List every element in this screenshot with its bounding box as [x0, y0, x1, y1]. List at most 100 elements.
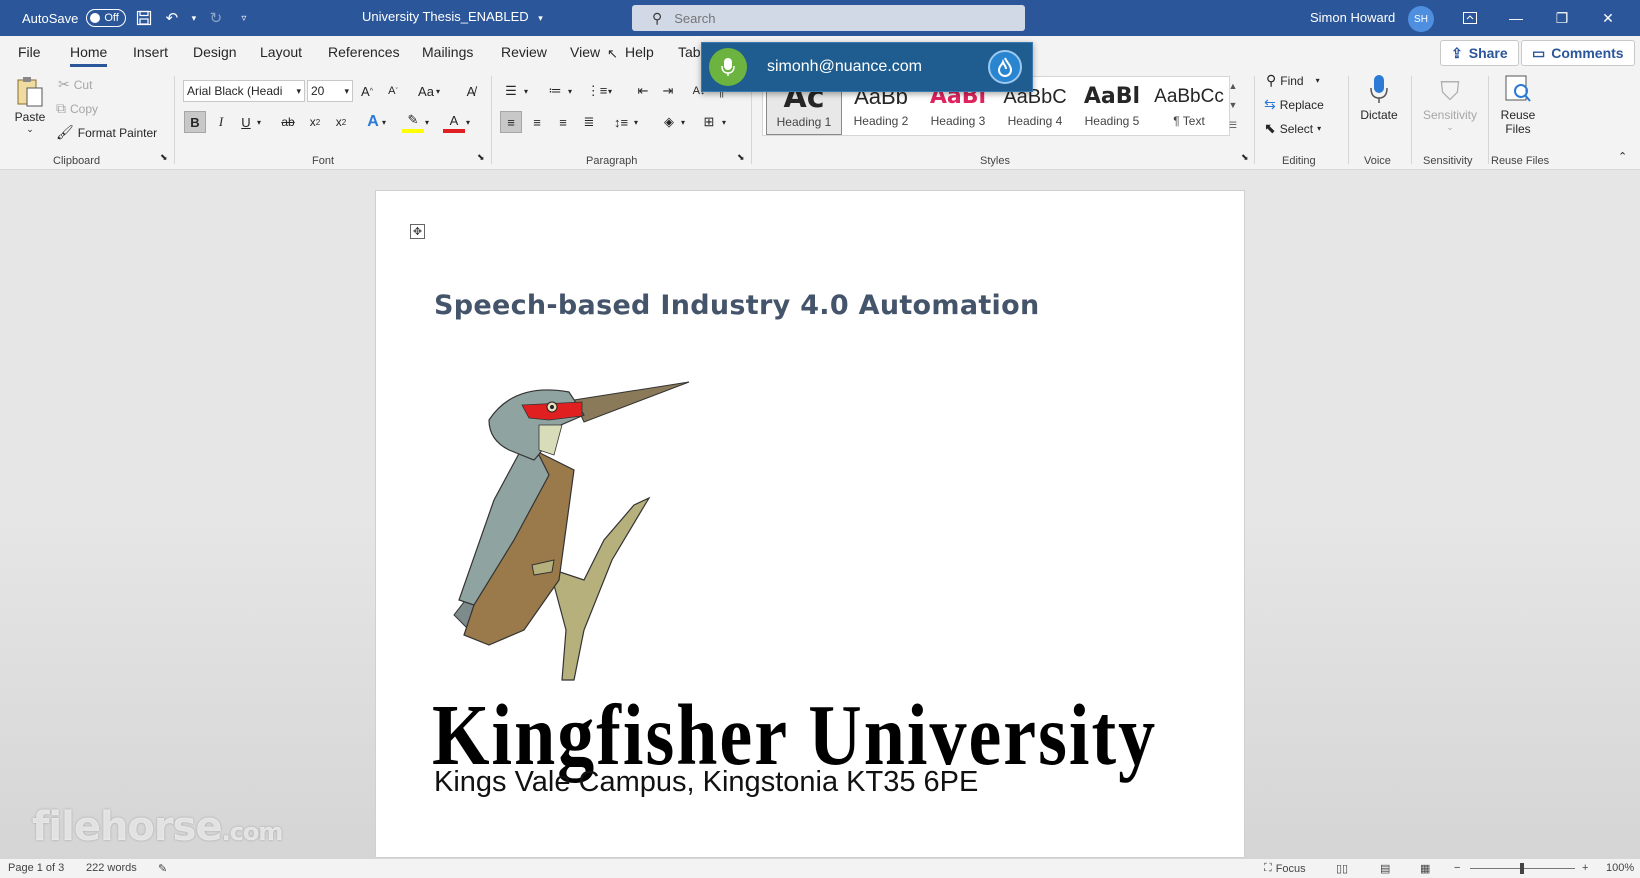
numbering-icon[interactable]: ≔: [544, 80, 566, 102]
align-center-icon[interactable]: ≡: [526, 111, 548, 133]
table-move-handle-icon[interactable]: ✥: [410, 224, 425, 239]
chevron-down-icon[interactable]: ▾: [718, 111, 730, 133]
decrease-indent-icon[interactable]: ⇤: [632, 80, 654, 102]
tab-review[interactable]: Review: [501, 44, 547, 60]
bold-icon[interactable]: B: [184, 111, 206, 133]
tab-layout[interactable]: Layout: [260, 44, 302, 60]
font-size-value: 20: [311, 84, 325, 98]
share-button[interactable]: ⇪ Share: [1440, 40, 1519, 66]
tab-home[interactable]: Home: [70, 44, 108, 67]
document-title[interactable]: University Thesis_ENABLED ▾: [362, 9, 543, 24]
chevron-down-icon[interactable]: ▾: [421, 111, 433, 133]
read-mode-icon[interactable]: ▯▯: [1336, 862, 1348, 875]
dialog-launcher-icon[interactable]: ⬊: [1241, 152, 1249, 163]
expand-gallery-icon[interactable]: ☰: [1229, 120, 1237, 131]
microphone-icon[interactable]: [709, 48, 747, 86]
tab-view[interactable]: View: [570, 44, 600, 60]
chevron-down-icon[interactable]: ▾: [564, 80, 576, 102]
borders-icon[interactable]: ⊞: [698, 111, 720, 133]
paste-button[interactable]: Paste ⌄: [12, 76, 48, 135]
undo-icon[interactable]: ↶: [162, 8, 182, 28]
subscript-icon[interactable]: x2: [304, 111, 326, 133]
increase-indent-icon[interactable]: ⇥: [657, 80, 679, 102]
font-family-select[interactable]: Arial Black (Headi ▾: [183, 80, 305, 102]
zoom-level[interactable]: 100%: [1606, 862, 1634, 874]
tab-mailings[interactable]: Mailings: [422, 44, 473, 60]
focus-button[interactable]: ⛶ Focus: [1264, 862, 1306, 875]
zoom-in-icon[interactable]: +: [1582, 862, 1588, 874]
collapse-ribbon-icon[interactable]: ⌃: [1618, 150, 1627, 163]
align-right-icon[interactable]: ≡: [552, 111, 574, 133]
dialog-launcher-icon[interactable]: ⬊: [737, 152, 745, 163]
redo-icon[interactable]: ↻: [206, 8, 226, 28]
chevron-down-icon[interactable]: ▾: [604, 80, 616, 102]
chevron-down-icon[interactable]: ▾: [253, 111, 265, 133]
select-button[interactable]: ⬉ Select ▾: [1264, 120, 1321, 137]
tab-insert[interactable]: Insert: [133, 44, 168, 60]
search-box[interactable]: ⚲: [632, 5, 1025, 31]
comments-button[interactable]: ▭ Comments: [1521, 40, 1635, 66]
watermark-main: filehorse: [32, 804, 223, 850]
campus-address[interactable]: Kings Vale Campus, Kingstonia KT35 6PE: [434, 766, 978, 799]
chevron-down-icon[interactable]: ▾: [630, 111, 642, 133]
word-count[interactable]: 222 words: [86, 862, 137, 874]
reuse-files-button[interactable]: Reuse Files: [1494, 74, 1542, 136]
print-layout-icon[interactable]: ▤: [1380, 862, 1390, 875]
find-button[interactable]: ⚲ Find ▾: [1266, 72, 1320, 89]
ribbon-display-options-icon[interactable]: [1447, 0, 1493, 36]
chevron-down-icon[interactable]: ▾: [462, 111, 474, 133]
undo-dropdown-icon[interactable]: ▾: [190, 8, 198, 28]
line-spacing-icon[interactable]: ↕≡: [610, 111, 632, 133]
close-icon[interactable]: ✕: [1585, 0, 1631, 36]
style-heading-5[interactable]: AaBl Heading 5: [1074, 77, 1150, 135]
customize-toolbar-icon[interactable]: ▿: [234, 8, 254, 28]
style-text[interactable]: AaBbCc ¶ Text: [1151, 77, 1227, 135]
chevron-up-icon[interactable]: ▲: [1229, 81, 1238, 91]
style-name: ¶ Text: [1173, 114, 1205, 128]
format-painter-button[interactable]: 🖌 Format Painter: [56, 124, 157, 141]
superscript-icon[interactable]: x2: [330, 111, 352, 133]
chevron-down-icon[interactable]: ▾: [520, 80, 532, 102]
font-size-select[interactable]: 20 ▾: [307, 80, 353, 102]
document-heading[interactable]: Speech-based Industry 4.0 Automation: [434, 290, 1040, 321]
tab-help[interactable]: Help: [625, 44, 654, 60]
clear-formatting-icon[interactable]: A̸: [460, 80, 482, 102]
zoom-slider-thumb[interactable]: [1520, 863, 1524, 874]
cut-button[interactable]: ✂ Cut: [58, 76, 92, 93]
chevron-down-icon[interactable]: ▼: [1229, 100, 1238, 110]
italic-icon[interactable]: I: [210, 111, 232, 133]
focus-label: Focus: [1275, 862, 1306, 875]
justify-icon[interactable]: ≣: [578, 111, 600, 133]
align-left-icon[interactable]: ≡: [500, 111, 522, 133]
copy-button[interactable]: ⧉ Copy: [56, 100, 98, 117]
tab-table[interactable]: Tab: [678, 44, 701, 60]
tab-design[interactable]: Design: [193, 44, 237, 60]
restore-icon[interactable]: ❐: [1539, 0, 1585, 36]
autosave-toggle[interactable]: Off: [86, 9, 126, 27]
bullets-icon[interactable]: ☰: [500, 80, 522, 102]
sensitivity-button[interactable]: ⛉ Sensitivity ⌄: [1415, 74, 1485, 133]
proofing-icon[interactable]: ✎: [158, 862, 167, 875]
replace-button[interactable]: ⇆ Replace: [1264, 96, 1324, 113]
minimize-icon[interactable]: —: [1493, 0, 1539, 36]
dialog-launcher-icon[interactable]: ⬊: [477, 152, 485, 163]
tab-file[interactable]: File: [18, 44, 41, 60]
web-layout-icon[interactable]: ▦: [1420, 862, 1430, 875]
page-count[interactable]: Page 1 of 3: [8, 862, 64, 874]
chevron-down-icon[interactable]: ▾: [378, 111, 390, 133]
styles-scroll[interactable]: ▲ ▼ ☰: [1226, 76, 1240, 136]
search-input[interactable]: [674, 10, 975, 26]
avatar[interactable]: SH: [1408, 6, 1434, 32]
dragon-flame-icon[interactable]: [988, 50, 1022, 84]
tab-references[interactable]: References: [328, 44, 400, 60]
chevron-down-icon[interactable]: ▾: [677, 111, 689, 133]
zoom-out-icon[interactable]: −: [1454, 862, 1460, 874]
grow-font-icon[interactable]: A ^: [356, 80, 378, 102]
save-icon[interactable]: [134, 8, 154, 28]
strikethrough-icon[interactable]: ab: [277, 111, 299, 133]
user-name[interactable]: Simon Howard: [1310, 10, 1395, 25]
dictate-button[interactable]: Dictate: [1354, 74, 1404, 122]
shrink-font-icon[interactable]: Aˇ: [382, 80, 404, 102]
dialog-launcher-icon[interactable]: ⬊: [160, 152, 168, 163]
change-case-button[interactable]: Aa ▾: [412, 80, 446, 102]
